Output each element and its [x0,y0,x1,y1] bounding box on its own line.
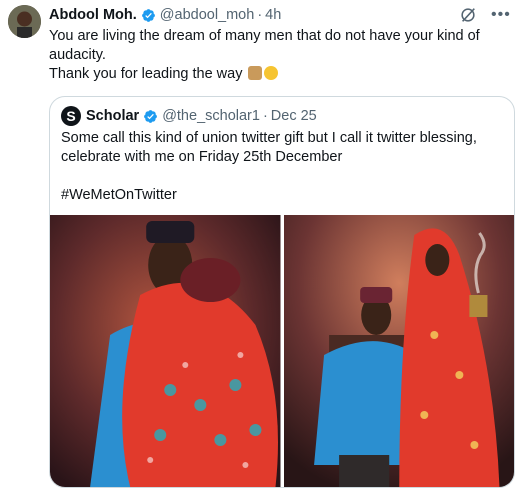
more-icon[interactable]: ••• [491,6,510,24]
grok-icon[interactable] [459,6,477,24]
photo-couple-1[interactable] [50,215,281,487]
separator-dot: · [257,7,263,23]
tweet-text-line: audacity. [49,47,106,63]
quoted-text-line: Some call this kind of union twitter gif… [61,130,477,146]
photo-couple-2[interactable] [283,215,514,487]
tweet-text: You are living the dream of many men tha… [49,27,509,84]
quoted-tweet[interactable]: Scholar @the_scholar1 · Dec 25 Some call… [49,96,515,488]
tweet-text-line: You are living the dream of many men tha… [49,28,480,44]
quoted-author-name[interactable]: Scholar [86,108,139,124]
tweet-text-line: Thank you for leading the way [49,65,509,84]
quoted-tweet-text: Some call this kind of union twitter gif… [61,129,501,205]
quoted-date[interactable]: Dec 25 [271,108,317,124]
tweet-time[interactable]: 4h [265,7,281,23]
hashtag-link[interactable]: #WeMetOnTwitter [61,186,501,205]
quoted-tweet-header: Scholar @the_scholar1 · Dec 25 [61,106,317,126]
verified-badge-icon [144,109,158,123]
media-grid [50,215,514,487]
author-handle[interactable]: @abdool_moh [160,7,255,23]
sunglasses-emoji [264,66,279,80]
author-name[interactable]: Abdool Moh. [49,7,137,23]
separator-dot: · [262,108,268,124]
verified-badge-icon [141,8,155,22]
tweet-actions-top: ••• [459,6,510,24]
tweet-header: Abdool Moh. @abdool_moh · 4h [49,7,281,23]
quoted-author-handle[interactable]: @the_scholar1 [162,108,260,124]
quoted-text-line [61,167,501,186]
quoted-text-line: celebrate with me on Friday 25th Decembe… [61,149,343,165]
quoted-author-avatar[interactable] [61,106,81,126]
raised-hands-emoji [248,66,263,80]
author-avatar[interactable] [8,5,41,38]
